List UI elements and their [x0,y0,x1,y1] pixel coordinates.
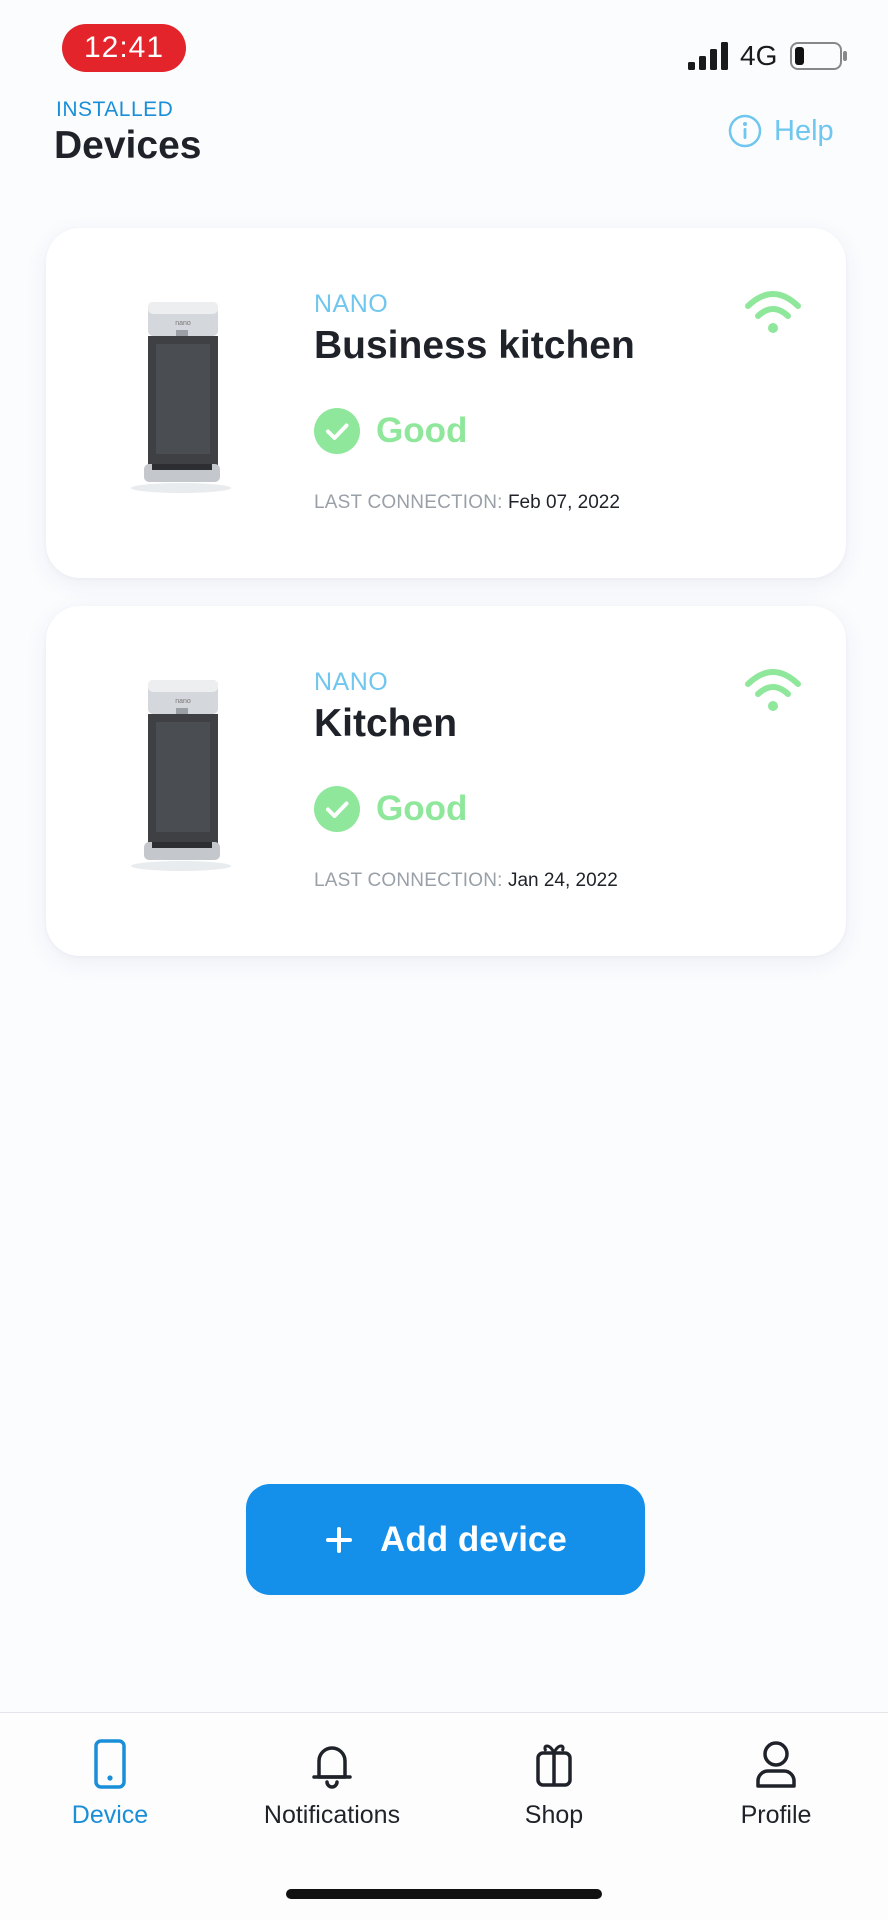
user-icon [756,1741,796,1788]
battery-icon [790,42,847,70]
device-card[interactable]: nano NANO Business kitchen Good LAST CON… [46,228,846,578]
home-indicator [286,1889,602,1899]
tab-label: Profile [740,1801,812,1829]
tab-label: Shop [524,1801,584,1829]
device-name: Business kitchen [314,324,635,367]
last-connection-date: Feb 07, 2022 [507,492,620,513]
water-dispenser-image: nano [131,680,231,871]
help-label: Help [774,114,834,147]
help-button[interactable]: Help [728,114,834,148]
plus-icon [326,1526,353,1553]
tab-notifications[interactable]: Notifications [232,1739,432,1830]
gift-icon [536,1744,572,1787]
section-label: INSTALLED [56,98,174,121]
svg-text:nano: nano [175,320,191,327]
status-time: 12:41 [62,24,186,72]
last-connection-label: LAST CONNECTION: [314,870,503,891]
status-bar: 12:41 4G [0,0,888,90]
wifi-icon [745,291,801,333]
device-card[interactable]: nano NANO Kitchen Good LAST CONNECTION: … [46,606,846,956]
tab-label: Notifications [263,1801,401,1829]
network-type: 4G [740,40,778,71]
device-brand: NANO [314,290,389,318]
last-connection: LAST CONNECTION: Jan 24, 2022 [314,870,618,892]
last-connection: LAST CONNECTION: Feb 07, 2022 [314,492,620,514]
svg-text:nano: nano [175,698,191,705]
device-status: Good [314,786,467,832]
device-name: Kitchen [314,702,458,745]
tab-profile[interactable]: Profile [676,1739,876,1830]
page-title: Devices [54,124,202,167]
tab-shop[interactable]: Shop [454,1739,654,1830]
device-brand: NANO [314,668,389,696]
info-icon [728,114,762,148]
device-status: Good [314,408,467,454]
wifi-icon [745,669,801,711]
check-circle-icon [314,786,360,832]
water-dispenser-image: nano [131,302,231,493]
last-connection-date: Jan 24, 2022 [507,870,618,891]
check-circle-icon [314,408,360,454]
device-status-text: Good [376,789,468,828]
last-connection-label: LAST CONNECTION: [314,492,503,513]
bell-icon [312,1746,352,1789]
phone-icon [94,1739,126,1789]
add-device-label: Add device [380,1519,567,1559]
tab-device[interactable]: Device [10,1739,210,1830]
device-status-text: Good [376,411,468,450]
add-device-button[interactable]: Add device [246,1484,645,1595]
cellular-signal-icon [688,42,728,70]
tab-label: Device [71,1801,149,1829]
